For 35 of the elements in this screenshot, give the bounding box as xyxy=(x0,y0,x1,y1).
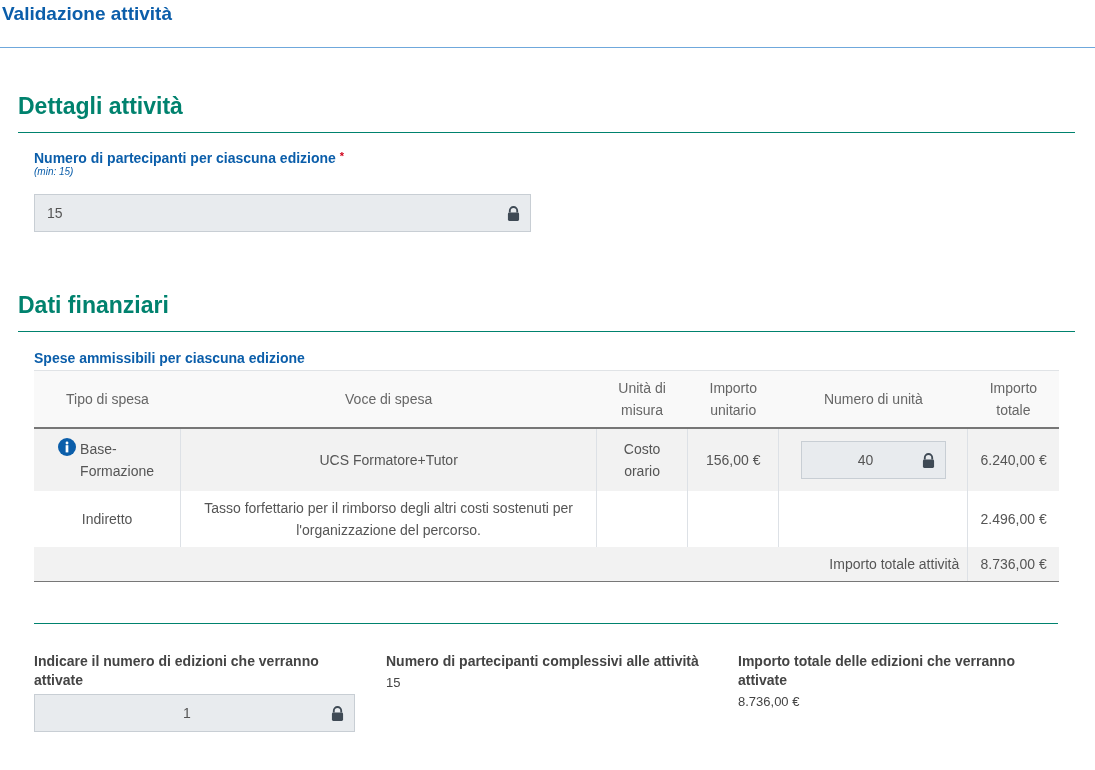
table-cell: 6.240,00 € xyxy=(967,428,1059,491)
table-caption: Spese ammissibili per ciascuna edizione xyxy=(34,350,306,366)
field-label: Numero di partecipanti complessivi alle attività xyxy=(386,652,700,671)
column-header: Numero di unità xyxy=(778,370,968,428)
field-label: Indicare il numero di edizioni che verranno attivate xyxy=(34,652,320,690)
column-header: Voce di spesa xyxy=(180,370,597,428)
column-header: Importo unitario xyxy=(687,370,779,428)
input-field[interactable]: 40 xyxy=(800,441,946,479)
table-cell: Importo totale attività xyxy=(34,547,968,582)
lock-icon xyxy=(331,705,344,721)
field-hint: (min: 15) xyxy=(34,166,75,177)
section-title: Dettagli attività xyxy=(18,48,1075,133)
field-label: Numero di partecipanti per ciascuna edizione xyxy=(34,150,336,166)
lock-icon xyxy=(507,205,520,221)
cell-text: Base-Formazione xyxy=(80,440,156,481)
lock-icon xyxy=(921,452,935,468)
table-cell: UCS Formatore+Tutor xyxy=(180,428,597,491)
column-header: Tipo di spesa xyxy=(34,370,181,428)
section-title: Dati finanziari xyxy=(18,232,1075,332)
table-cell: Tasso forfettario per il rimborso degli altri costi sostenuti per l'organizzazione del percorso. xyxy=(180,491,597,547)
table-cell: 156,00 € xyxy=(687,428,779,491)
info-icon[interactable] xyxy=(58,438,77,456)
column-header: Unità di misura xyxy=(596,370,688,428)
table-cell: Indiretto xyxy=(34,491,181,547)
table-cell: 2.496,00 € xyxy=(967,491,1059,547)
field-value: 8.736,00 € xyxy=(738,694,801,709)
field-label: Importo totale delle edizioni che verranno attivate xyxy=(738,652,1016,690)
input-field[interactable]: 1 xyxy=(34,694,355,732)
table-cell: 8.736,00 € xyxy=(967,547,1059,582)
input-field[interactable]: 15 xyxy=(34,194,531,232)
column-header: Importo totale xyxy=(967,370,1059,428)
required-mark: * xyxy=(339,150,345,162)
table-cell: Costo orario xyxy=(596,428,688,491)
field-value: 15 xyxy=(386,675,402,690)
page-title: Validazione attività xyxy=(1,2,172,26)
